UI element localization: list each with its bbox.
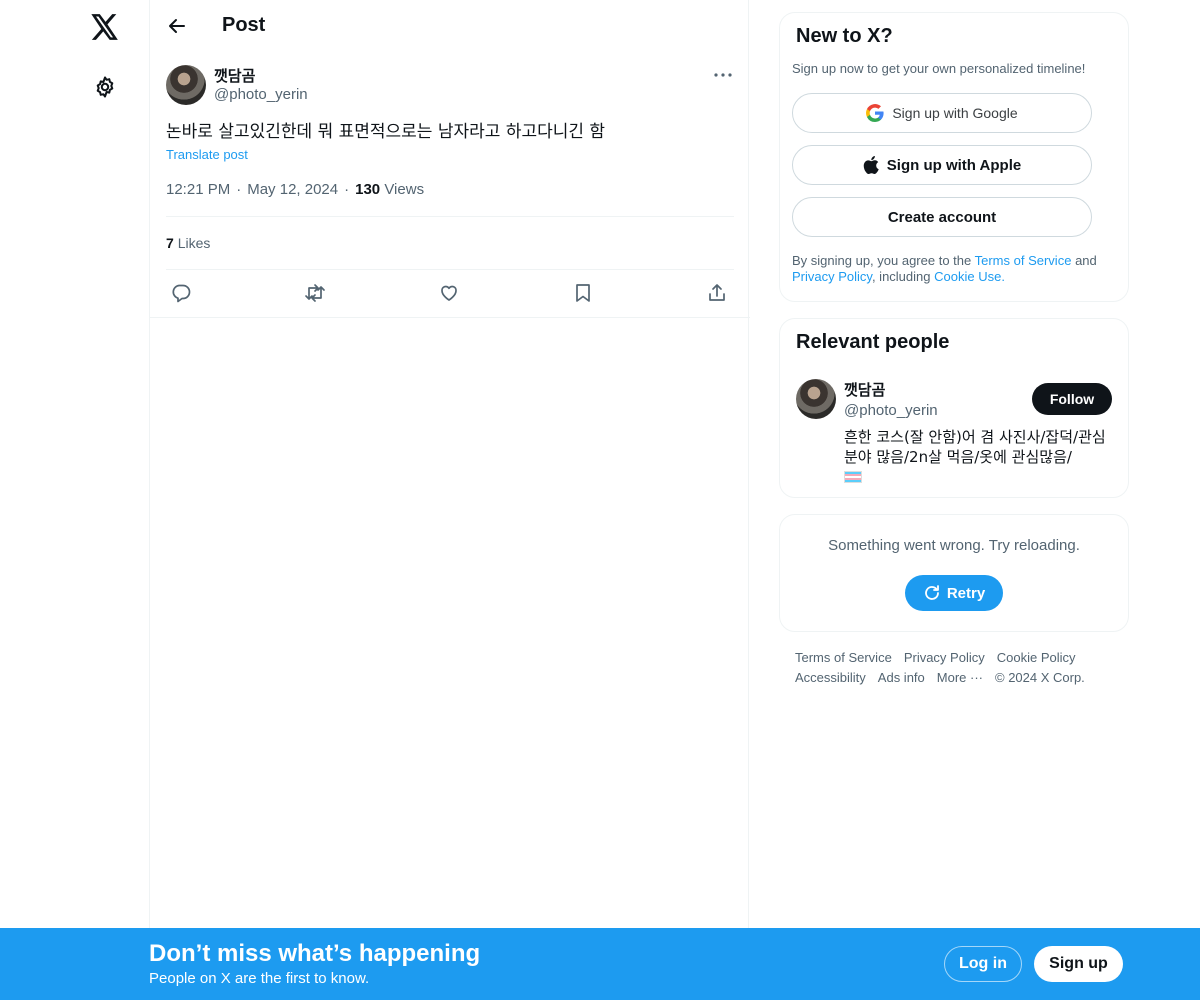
person-bio-text: 흔한 코스(잘 안함)어 겸 사진사/잡덕/관심분야 많음/2n살 먹음/옷에 … [844, 428, 1106, 466]
footer-cookie[interactable]: Cookie Policy [997, 650, 1076, 665]
back-button[interactable] [162, 11, 192, 41]
create-account-button[interactable]: Create account [792, 197, 1092, 237]
signup-button[interactable]: Sign up [1034, 946, 1123, 982]
left-nav [0, 0, 150, 1000]
legal-and: and [1075, 253, 1097, 268]
post-header: Post [150, 0, 750, 53]
more-options-button[interactable] [710, 65, 736, 85]
follow-button[interactable]: Follow [1032, 383, 1112, 415]
cookie-link[interactable]: Cookie Use. [934, 269, 1005, 284]
login-button[interactable]: Log in [944, 946, 1022, 982]
signup-legal-text: By signing up, you agree to the Terms of… [792, 253, 1122, 285]
relevant-people-title: Relevant people [796, 331, 950, 353]
post-article: 깻담곰 @photo_yerin 논바로 살고있긴한데 뭐 표면적으로는 남자라… [150, 53, 750, 318]
heart-icon [441, 285, 457, 301]
footer-ads-info[interactable]: Ads info [878, 670, 925, 685]
gear-icon[interactable] [88, 70, 122, 104]
google-icon [866, 104, 884, 122]
signup-apple-label: Sign up with Apple [886, 156, 1022, 174]
post-actions [166, 279, 734, 307]
views-label: Views [384, 181, 425, 198]
error-message: Something went wrong. Try reloading. [828, 537, 1080, 554]
retry-button[interactable]: Retry [905, 575, 1003, 611]
like-button[interactable] [434, 279, 464, 307]
footer-terms[interactable]: Terms of Service [795, 650, 892, 665]
signup-card-subtitle: Sign up now to get your own personalized… [792, 61, 1086, 76]
author-name[interactable]: 깻담곰 [214, 65, 255, 86]
bookmark-button[interactable] [568, 279, 598, 307]
post-text: 논바로 살고있긴한데 뭐 표면적으로는 남자라고 하고다니긴 함 [166, 122, 606, 142]
bookmark-icon [576, 284, 590, 302]
more-dots-icon [714, 73, 732, 77]
signup-apple-button[interactable]: Sign up with Apple [792, 145, 1092, 185]
bottom-banner: Don’t miss what’s happening People on X … [0, 928, 1200, 1000]
post-time[interactable]: 12:21 PM [166, 181, 230, 198]
error-card: Something went wrong. Try reloading. Ret… [779, 514, 1129, 632]
person-handle[interactable]: @photo_yerin [844, 402, 938, 419]
banner-subtitle: People on X are the first to know. [149, 970, 370, 987]
footer-more[interactable]: More ··· [937, 670, 983, 685]
share-button[interactable] [702, 279, 732, 307]
signup-google-button[interactable]: Sign up with Google [792, 93, 1092, 133]
footer-copyright: © 2024 X Corp. [995, 670, 1085, 685]
translate-post-link[interactable]: Translate post [166, 147, 248, 162]
footer-accessibility[interactable]: Accessibility [795, 670, 866, 685]
arrow-left-icon [169, 19, 185, 33]
privacy-link[interactable]: Privacy Policy [792, 269, 872, 284]
retry-label: Retry [946, 584, 986, 602]
post-date[interactable]: May 12, 2024 [247, 181, 338, 198]
banner-title: Don’t miss what’s happening [149, 940, 481, 967]
signup-card: New to X? Sign up now to get your own pe… [779, 12, 1129, 302]
footer-privacy[interactable]: Privacy Policy [904, 650, 985, 665]
likes-label: Likes [177, 235, 211, 251]
signup-card-title: New to X? [796, 25, 893, 47]
views-count: 130 [355, 181, 381, 198]
reply-icon [172, 284, 191, 303]
reply-button[interactable] [166, 279, 196, 307]
likes-count: 7 [166, 235, 174, 251]
author-handle[interactable]: @photo_yerin [214, 86, 308, 103]
footer-links: Terms of Service Privacy Policy Cookie Pol… [795, 648, 1125, 688]
repost-button[interactable] [300, 279, 330, 307]
person-bio: 흔한 코스(잘 안함)어 겸 사진사/잡덕/관심분야 많음/2n살 먹음/옷에 … [844, 427, 1114, 488]
page-title: Post [222, 14, 266, 36]
avatar[interactable] [796, 379, 836, 419]
refresh-icon [923, 584, 941, 602]
post-meta: 12:21 PM · May 12, 2024 · 130 Views [166, 181, 425, 198]
x-logo-icon[interactable] [88, 10, 122, 44]
apple-icon [863, 156, 879, 174]
repost-icon [305, 284, 325, 302]
divider [166, 216, 734, 217]
legal-prefix: By signing up, you agree to the [792, 253, 972, 268]
avatar[interactable] [166, 65, 206, 105]
divider [166, 269, 734, 270]
legal-including: , including [871, 269, 931, 284]
signup-google-label: Sign up with Google [892, 105, 1018, 121]
main-column: Post 깻담곰 @photo_yerin 논바로 살고있긴한데 뭐 표면적으로… [149, 0, 750, 1000]
relevant-people-card: Relevant people 깻담곰 @photo_yerin Follow … [779, 318, 1129, 498]
flag-icon [844, 471, 862, 483]
likes-summary[interactable]: 7 Likes [166, 235, 210, 251]
person-name[interactable]: 깻담곰 [844, 379, 885, 400]
terms-link[interactable]: Terms of Service [975, 253, 1072, 268]
share-icon [709, 284, 725, 301]
